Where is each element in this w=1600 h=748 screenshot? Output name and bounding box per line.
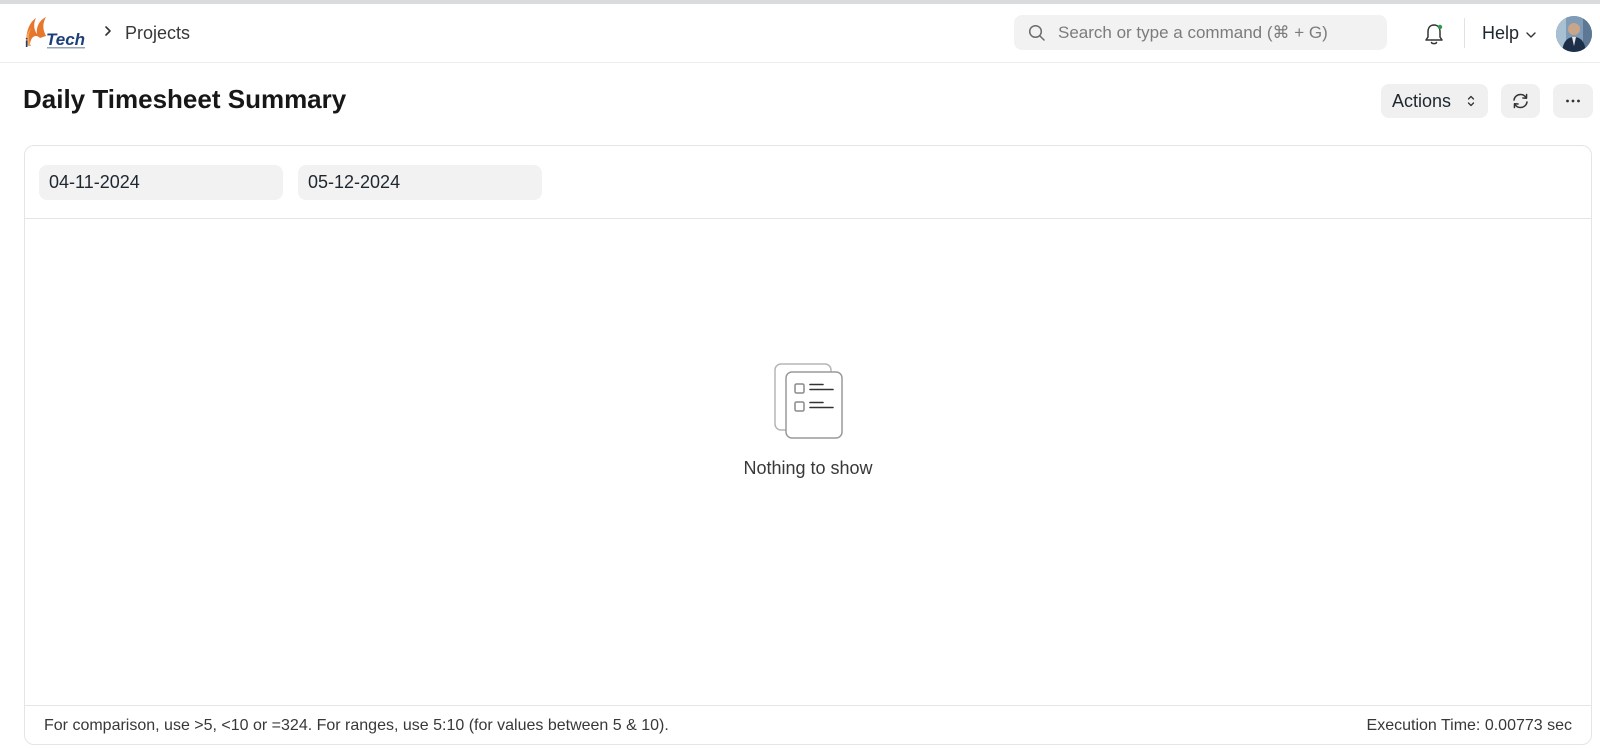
avatar[interactable] [1556,16,1592,52]
empty-state-message: Nothing to show [743,458,873,478]
filter-divider [25,218,1591,219]
actions-label: Actions [1392,90,1452,111]
svg-text:Tech: Tech [46,30,85,49]
svg-text:i: i [25,36,28,50]
refresh-icon [1513,93,1528,109]
more-options-button[interactable] [1553,84,1593,118]
navbar: i Tech Projects Help [0,4,1600,63]
footer-divider [25,705,1591,706]
notification-bell-icon[interactable] [1423,22,1445,46]
user-photo-icon [1556,16,1592,52]
help-menu[interactable]: Help [1482,23,1519,44]
actions-button[interactable]: Actions [1381,84,1488,118]
search-bar[interactable] [1014,15,1387,50]
filter-hint-text: For comparison, use >5, <10 or =324. For… [44,717,669,734]
chevron-right-icon [105,26,111,36]
search-input[interactable] [1058,15,1378,50]
refresh-button[interactable] [1501,84,1540,118]
chevron-down-icon[interactable] [1525,31,1537,39]
breadcrumb-projects[interactable]: Projects [125,23,190,44]
chevron-up-down-icon [1467,95,1475,107]
execution-time: Execution Time: 0.00773 sec [1366,717,1572,734]
page-title: Daily Timesheet Summary [23,84,347,114]
company-logo[interactable]: i Tech [22,14,88,50]
empty-list-icon [774,363,843,439]
navbar-divider [1464,18,1465,48]
ellipsis-icon [1566,99,1580,103]
report-panel: Nothing to show For comparison, use >5, … [24,145,1592,745]
to-date-field[interactable] [298,165,542,200]
search-icon [1028,24,1045,41]
from-date-field[interactable] [39,165,283,200]
